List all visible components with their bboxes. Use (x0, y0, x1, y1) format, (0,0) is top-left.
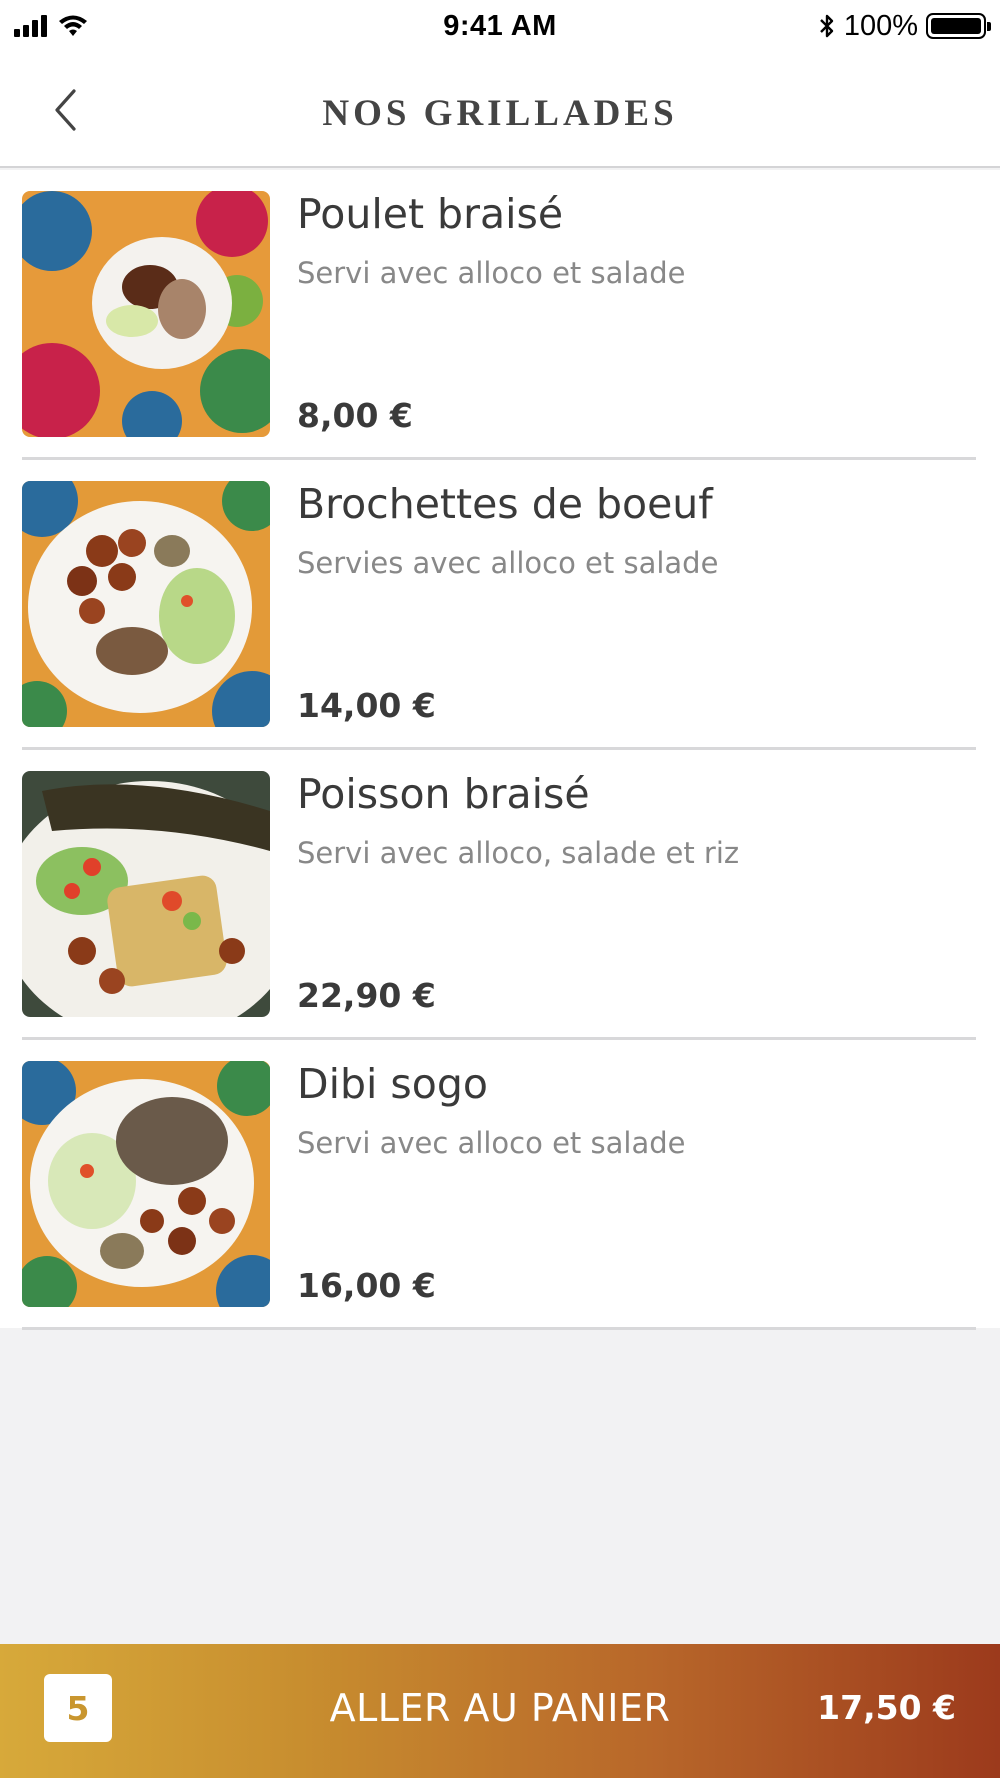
item-description: Servi avec alloco et salade (297, 1126, 686, 1160)
dish-image (22, 771, 270, 1017)
item-description: Servi avec alloco, salade et riz (297, 836, 740, 870)
battery-percent: 100% (843, 9, 918, 42)
menu-item-list: Poulet braisé Servi avec alloco et salad… (0, 170, 1000, 1330)
dish-photo-dibi (22, 1061, 270, 1307)
menu-item[interactable]: Poulet braisé Servi avec alloco et salad… (0, 170, 1000, 460)
wifi-icon (59, 15, 87, 36)
menu-item[interactable]: Dibi sogo Servi avec alloco et salade 16… (0, 1040, 1000, 1330)
nav-bar: NOS GRILLADES (0, 52, 1000, 168)
status-right: 100% (686, 9, 991, 43)
item-price: 22,90 € (297, 976, 436, 1015)
item-name: Poulet braisé (297, 190, 564, 238)
item-name: Poisson braisé (297, 770, 590, 818)
cart-total: 17,50 € (817, 1688, 956, 1727)
item-description: Servies avec alloco et salade (297, 546, 719, 580)
dish-photo-poulet (22, 191, 270, 437)
item-price: 8,00 € (297, 396, 413, 435)
status-left (14, 14, 314, 38)
menu-item[interactable]: Poisson braisé Servi avec alloco, salade… (0, 750, 1000, 1040)
item-description: Servi avec alloco et salade (297, 256, 686, 290)
go-to-cart-button[interactable]: 5 ALLER AU PANIER 17,50 € (0, 1644, 1000, 1778)
dish-image (22, 191, 270, 437)
menu-item[interactable]: Brochettes de boeuf Servies avec alloco … (0, 460, 1000, 750)
signal-icon (14, 15, 47, 37)
dish-photo-poisson (22, 771, 270, 1017)
page-title: NOS GRILLADES (322, 93, 678, 134)
bluetooth-icon (819, 14, 834, 38)
dish-photo-brochettes (22, 481, 270, 727)
divider (22, 1327, 976, 1330)
item-price: 14,00 € (297, 686, 436, 725)
status-time: 9:41 AM (443, 9, 557, 42)
item-name: Dibi sogo (297, 1060, 488, 1108)
dish-image (22, 481, 270, 727)
battery-icon (926, 13, 991, 39)
status-bar: 9:41 AM 100% (0, 0, 1000, 52)
item-price: 16,00 € (297, 1266, 436, 1305)
dish-image (22, 1061, 270, 1307)
item-name: Brochettes de boeuf (297, 480, 713, 528)
